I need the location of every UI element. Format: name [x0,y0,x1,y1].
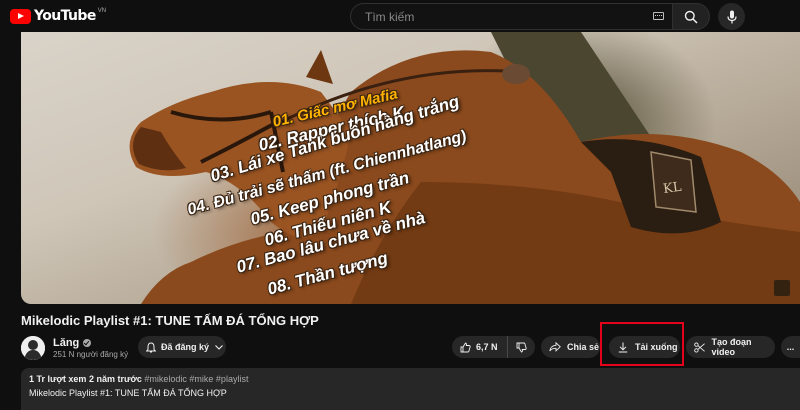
masthead: YouTube VN [0,0,800,32]
share-icon [549,342,561,352]
subscriber-count: 251 N người đăng ký [53,350,129,359]
microphone-icon [726,10,737,23]
share-button[interactable]: Chia sẻ [541,336,600,358]
logo-text: YouTube [34,8,96,24]
description-text: Mikelodic Playlist #1: TUNE TẤM ĐÁ TỔNG … [29,388,227,398]
voice-search-button[interactable] [718,3,745,30]
video-player[interactable]: KL 01. Giấc mơ Mafia 02. Rapper thích K … [21,32,800,304]
youtube-play-icon [10,8,31,24]
thumbs-down-icon [516,342,527,352]
like-button[interactable]: 6,7 N [452,336,508,358]
view-count: 1 Tr lượt xem [29,374,87,384]
channel-name-text: Lăng [53,337,80,349]
channel-avatar[interactable] [21,336,45,360]
more-icon: ... [786,342,795,352]
download-highlight-annotation [600,322,684,366]
clip-button[interactable]: Tạo đoạn video [686,336,775,358]
share-label: Chia sẻ [567,342,600,352]
youtube-logo[interactable]: YouTube VN [10,8,106,24]
subscribed-button[interactable]: Đã đăng ký [138,336,226,358]
search-input[interactable] [350,3,672,30]
country-code: VN [97,8,107,14]
horse-rider-thumbnail: KL [129,32,800,304]
like-dislike-group: 6,7 N [452,336,535,358]
avatar-icon [21,336,45,360]
chevron-down-icon [215,344,223,350]
saddle-monogram: KL [662,180,683,197]
verified-icon [83,339,92,347]
subscribed-label: Đã đăng ký [161,342,210,352]
video-title: Mikelodic Playlist #1: TUNE TẤM ĐÁ TỔNG … [21,313,319,328]
like-count: 6,7 N [476,342,498,352]
scissors-icon [694,341,705,353]
more-actions-button[interactable]: ... [781,336,800,358]
thumbs-up-icon [460,342,471,352]
search-button[interactable] [672,3,710,30]
bell-icon [146,341,156,352]
upload-age: 2 năm trước [88,374,142,384]
keyboard-icon[interactable] [653,12,664,20]
dislike-button[interactable] [508,342,535,353]
clip-label: Tạo đoạn video [711,337,752,357]
search-icon [684,10,698,24]
search-box [350,3,710,30]
description-meta: 1 Tr lượt xem 2 năm trước #mikelodic #mi… [29,374,792,384]
description-box[interactable]: 1 Tr lượt xem 2 năm trước #mikelodic #mi… [21,368,800,410]
hashtags[interactable]: #mikelodic #mike #playlist [144,374,248,384]
channel-name[interactable]: Lăng [53,337,92,349]
channel-watermark-icon[interactable] [774,280,790,296]
